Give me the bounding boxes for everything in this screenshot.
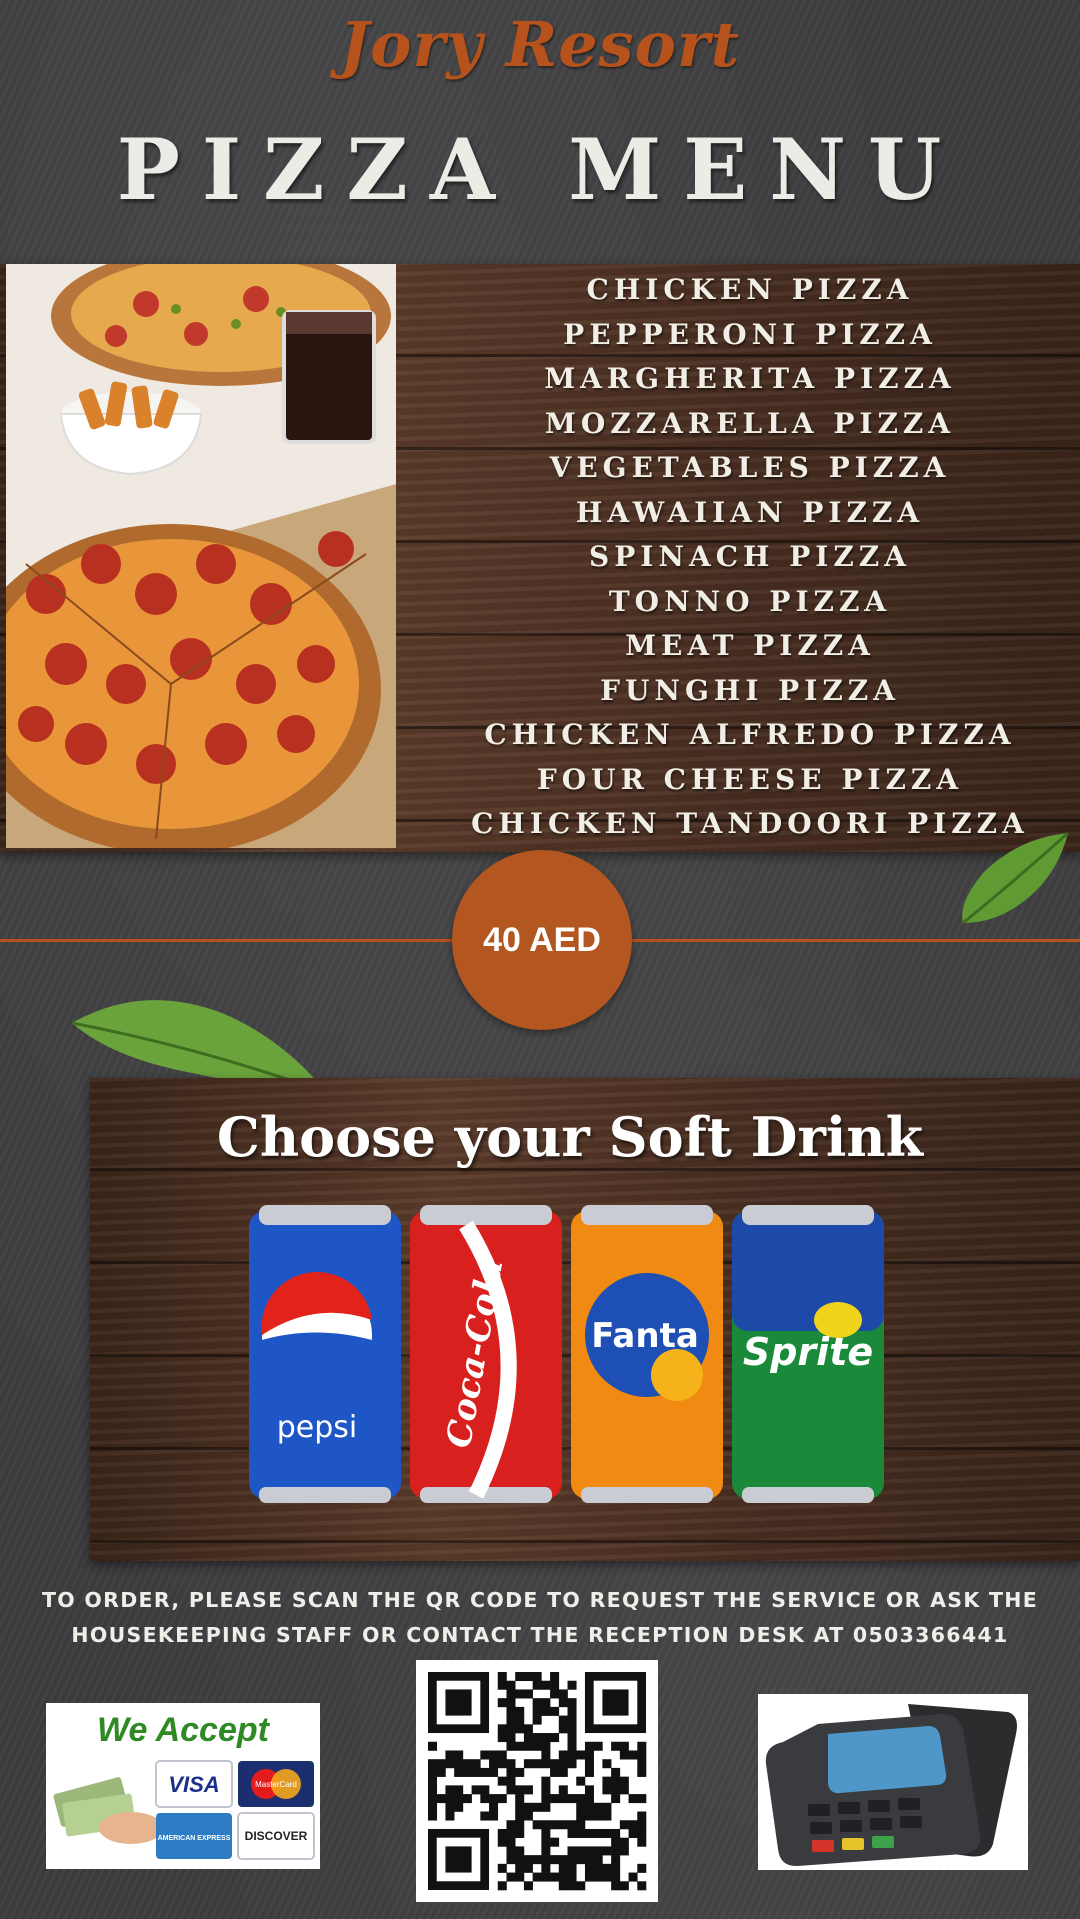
- menu-item: MEAT PIZZA: [625, 629, 875, 662]
- payment-methods: We Accept VISA MasterCard AMERICAN EXPRE…: [46, 1703, 320, 1869]
- menu-item: MOZZARELLA PIZZA: [544, 406, 956, 440]
- qr-code-icon[interactable]: [416, 1660, 658, 1902]
- menu-item: CHICKEN PIZZA: [586, 273, 914, 306]
- menu-item: TONNO PIZZA: [608, 584, 892, 618]
- brand-title: Jory Resort: [339, 8, 741, 81]
- menu-item: PEPPERONI PIZZA: [563, 317, 937, 351]
- menu-item: MARGHERITA PIZZA: [544, 362, 956, 395]
- pepsi-can: pepsi: [249, 1205, 401, 1503]
- can-label: Sprite: [743, 1330, 873, 1374]
- pizza-menu-list: CHICKEN PIZZA PEPPERONI PIZZA MARGHERITA…: [420, 268, 1080, 847]
- can-label: Fanta: [591, 1316, 699, 1356]
- sprite-can: Sprite: [732, 1205, 884, 1503]
- price-badge: 40 AED: [452, 850, 632, 1030]
- price-label: 40 AED: [483, 920, 601, 959]
- discover-logo: DISCOVER: [245, 1829, 308, 1843]
- menu-item: HAWAIIAN PIZZA: [575, 495, 925, 529]
- order-instructions: To order, please scan the QR code to req…: [41, 1588, 1039, 1647]
- visa-logo: VISA: [168, 1772, 219, 1797]
- leaf-icon: [962, 831, 1070, 925]
- amex-logo: AMERICAN EXPRESS: [158, 1835, 231, 1842]
- card-terminal-icon: [758, 1694, 1028, 1870]
- mastercard-logo: MasterCard: [255, 1780, 297, 1789]
- menu-item: FOUR CHEESE PIZZA: [536, 762, 964, 796]
- page-title: PIZZA MENU: [116, 120, 964, 219]
- coca-cola-can: Coca-Cola: [410, 1205, 562, 1503]
- drinks-title: Choose your Soft Drink: [216, 1105, 924, 1169]
- menu-item: CHICKEN ALFREDO PIZZA: [484, 718, 1016, 751]
- can-label: pepsi: [277, 1410, 358, 1445]
- menu-item: SPINACH PIZZA: [589, 540, 911, 573]
- pizza-photo: [6, 264, 396, 848]
- payment-heading: We Accept: [97, 1711, 271, 1749]
- cash-icon: [53, 1777, 163, 1844]
- menu-item: VEGETABLES PIZZA: [549, 451, 951, 484]
- menu-item: FUNGHI PIZZA: [600, 673, 900, 707]
- fanta-can: Fanta: [571, 1205, 723, 1503]
